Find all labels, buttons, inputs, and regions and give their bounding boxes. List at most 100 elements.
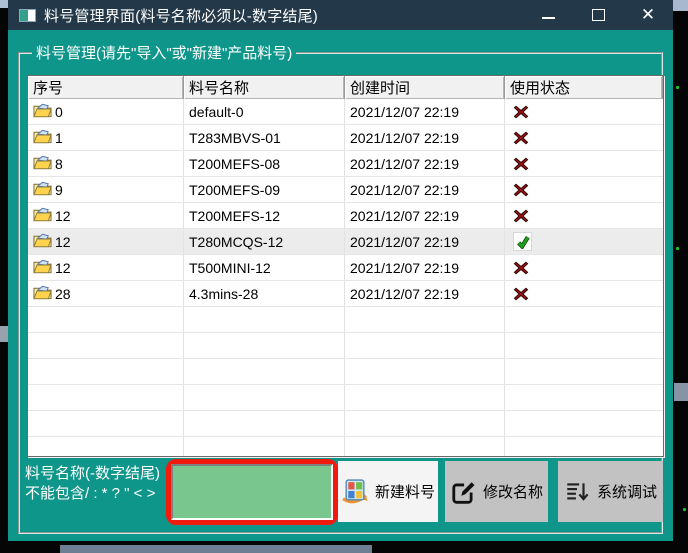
input-hint-line1: 料号名称(-数字结尾) (25, 464, 160, 484)
row-status (505, 177, 663, 202)
cross-icon (513, 130, 529, 146)
table-body: 0 default-0 2021/12/07 22:19 1 T283MBVS-… (28, 99, 663, 457)
row-part-name: T283MBVS-01 (184, 125, 345, 150)
close-button[interactable]: ✕ (623, 0, 673, 30)
input-hint-line2: 不能包含/ : * ? " < > (25, 484, 160, 504)
row-created-time: 2021/12/07 22:19 (345, 281, 505, 306)
folder-icon (33, 285, 52, 300)
app-icon (19, 9, 36, 22)
window-title: 料号管理界面(料号名称必须以-数字结尾) (44, 5, 318, 26)
table-row[interactable]: 28 4.3mins-28 2021/12/07 22:19 (28, 281, 663, 307)
check-icon (513, 232, 532, 251)
folder-icon (33, 129, 52, 144)
row-index: 8 (55, 156, 63, 172)
rename-label: 修改名称 (483, 481, 543, 502)
table-row-empty (28, 411, 663, 437)
row-index: 9 (55, 182, 63, 198)
row-index: 12 (55, 208, 71, 224)
maximize-button[interactable] (573, 0, 623, 30)
column-header-index[interactable]: 序号 (28, 76, 184, 99)
row-part-name: default-0 (184, 99, 345, 124)
part-number-table[interactable]: 序号 料号名称 创建时间 使用状态 0 default-0 2021/12/07… (27, 75, 664, 457)
cross-icon (513, 156, 529, 172)
row-status (505, 255, 663, 280)
row-created-time: 2021/12/07 22:19 (345, 151, 505, 176)
row-status (505, 99, 663, 124)
background-taskbar-fragment (60, 545, 372, 553)
cross-icon (513, 208, 529, 224)
row-status (505, 125, 663, 150)
row-part-name: 4.3mins-28 (184, 281, 345, 306)
highlight-annotation-box (166, 459, 338, 525)
row-part-name: T280MCQS-12 (184, 229, 345, 254)
folder-icon (33, 155, 52, 170)
row-index: 28 (55, 286, 71, 302)
cross-icon (513, 286, 529, 302)
table-row[interactable]: 12 T280MCQS-12 2021/12/07 22:19 (28, 229, 663, 255)
input-hint-label: 料号名称(-数字结尾) 不能包含/ : * ? " < > (25, 464, 160, 504)
table-header: 序号 料号名称 创建时间 使用状态 (28, 76, 663, 99)
part-name-input[interactable] (171, 464, 333, 520)
system-debug-label: 系统调试 (597, 481, 657, 502)
row-index: 0 (55, 104, 63, 120)
row-part-name: T200MEFS-08 (184, 151, 345, 176)
app-window: 料号管理界面(料号名称必须以-数字结尾) ✕ 料号管理(请先"导入"或"新建"产… (8, 0, 673, 541)
new-part-button[interactable]: 新建料号 (338, 461, 438, 522)
row-created-time: 2021/12/07 22:19 (345, 229, 505, 254)
row-status (505, 229, 663, 254)
background-window-fragment (0, 0, 8, 8)
row-status (505, 281, 663, 306)
folder-icon (33, 181, 52, 196)
column-header-created[interactable]: 创建时间 (345, 76, 505, 99)
column-header-name[interactable]: 料号名称 (184, 76, 345, 99)
edit-icon (450, 479, 476, 505)
table-row[interactable]: 9 T200MEFS-09 2021/12/07 22:19 (28, 177, 663, 203)
new-part-icon (341, 478, 368, 505)
system-debug-button[interactable]: 系统调试 (558, 461, 663, 522)
row-index: 12 (55, 234, 71, 250)
column-header-status[interactable]: 使用状态 (505, 76, 663, 99)
table-row-empty (28, 359, 663, 385)
desktop-pixel (676, 86, 679, 89)
table-row[interactable]: 12 T500MINI-12 2021/12/07 22:19 (28, 255, 663, 281)
groupbox-title: 料号管理(请先"导入"或"新建"产品料号) (32, 42, 296, 63)
background-window-fragment (672, 0, 688, 11)
row-created-time: 2021/12/07 22:19 (345, 99, 505, 124)
table-row-empty (28, 437, 663, 457)
folder-icon (33, 207, 52, 222)
table-row[interactable]: 8 T200MEFS-08 2021/12/07 22:19 (28, 151, 663, 177)
new-part-label: 新建料号 (375, 481, 435, 502)
row-part-name: T200MEFS-09 (184, 177, 345, 202)
table-row[interactable]: 0 default-0 2021/12/07 22:19 (28, 99, 663, 125)
cross-icon (513, 104, 529, 120)
background-window-fragment (0, 326, 8, 342)
row-created-time: 2021/12/07 22:19 (345, 203, 505, 228)
folder-icon (33, 259, 52, 274)
row-part-name: T200MEFS-12 (184, 203, 345, 228)
background-window-fragment (674, 383, 688, 401)
row-created-time: 2021/12/07 22:19 (345, 125, 505, 150)
folder-icon (33, 233, 52, 248)
row-index: 1 (55, 130, 63, 146)
cross-icon (513, 260, 529, 276)
row-status (505, 203, 663, 228)
table-row-empty (28, 307, 663, 333)
table-row-empty (28, 385, 663, 411)
minimize-button[interactable] (523, 0, 573, 30)
table-row[interactable]: 1 T283MBVS-01 2021/12/07 22:19 (28, 125, 663, 151)
folder-icon (33, 103, 52, 118)
cross-icon (513, 182, 529, 198)
row-index: 12 (55, 260, 71, 276)
desktop-pixel (683, 508, 686, 511)
row-created-time: 2021/12/07 22:19 (345, 255, 505, 280)
table-row-empty (28, 333, 663, 359)
row-status (505, 151, 663, 176)
row-part-name: T500MINI-12 (184, 255, 345, 280)
table-row[interactable]: 12 T200MEFS-12 2021/12/07 22:19 (28, 203, 663, 229)
titlebar[interactable]: 料号管理界面(料号名称必须以-数字结尾) ✕ (8, 0, 673, 30)
desktop-pixel (676, 247, 679, 250)
rename-button[interactable]: 修改名称 (445, 461, 548, 522)
row-created-time: 2021/12/07 22:19 (345, 177, 505, 202)
desktop: 料号管理界面(料号名称必须以-数字结尾) ✕ 料号管理(请先"导入"或"新建"产… (0, 0, 688, 553)
debug-list-icon (564, 479, 590, 505)
